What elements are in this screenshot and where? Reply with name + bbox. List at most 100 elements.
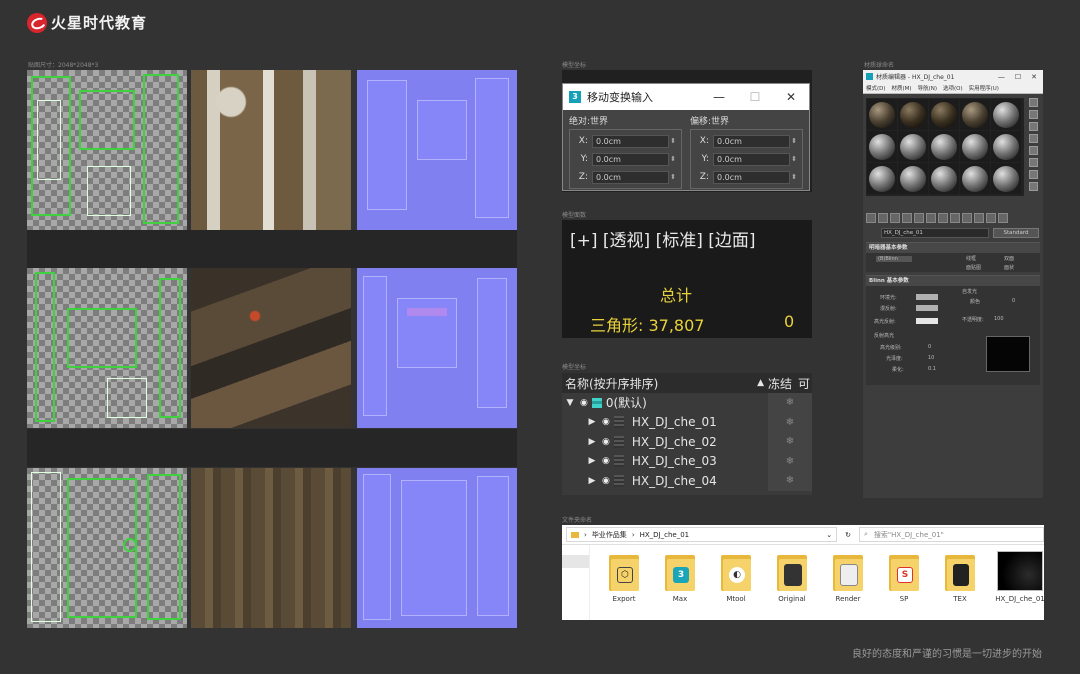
eye-icon[interactable]: ◉ [580,398,588,408]
ambient-swatch[interactable] [916,294,938,300]
eye-icon[interactable]: ◉ [602,456,610,466]
nav-pane-selected[interactable] [562,555,589,568]
material-slot[interactable] [898,163,928,194]
tool-icon[interactable] [1029,122,1038,131]
freeze-icon[interactable]: ❄ [768,451,812,471]
refresh-icon[interactable]: ↻ [841,531,855,539]
tool-icon[interactable] [1029,182,1038,191]
tool-icon[interactable] [938,213,948,223]
opacity-value[interactable]: 100 [994,316,1004,322]
menu-item-options[interactable]: 选项(O) [943,84,963,92]
material-slot[interactable] [960,99,990,130]
eye-icon[interactable]: ◉ [602,476,610,486]
column-name-header[interactable]: 名称(按升序排序) [562,375,757,392]
menu-item-utilities[interactable]: 实用程序(U) [969,84,999,92]
folder-export[interactable]: ⬡ Export [602,551,646,603]
spinner-icon[interactable]: ⬍ [790,173,798,181]
object-row[interactable]: ▶ ◉ HX_DJ_che_04 ❄ [562,471,812,491]
offset-z-input[interactable]: 0.0cm [713,170,790,184]
freeze-icon[interactable]: ❄ [768,471,812,491]
folder-max[interactable]: 3 Max [658,551,702,603]
tool-icon[interactable] [962,213,972,223]
face-map-checkbox[interactable]: 面贴图 [966,264,981,271]
glossiness-value[interactable]: 10 [928,355,934,361]
address-bar[interactable]: › 毕业作品集 › HX_DJ_che_01 ⌄ [566,527,838,542]
column-extra-header[interactable]: 可 [798,375,812,392]
spinner-icon[interactable]: ⬍ [790,155,798,163]
diffuse-swatch[interactable] [916,305,938,311]
tool-icon[interactable] [914,213,924,223]
material-slot[interactable] [991,99,1021,130]
material-slot[interactable] [929,131,959,162]
menu-item-material[interactable]: 材质(M) [892,84,912,92]
faceted-checkbox[interactable]: 面状 [1004,264,1014,271]
absolute-z-input[interactable]: 0.0cm [592,170,669,184]
breadcrumb-item[interactable]: HX_DJ_che_01 [640,531,690,539]
freeze-icon[interactable]: ❄ [768,432,812,452]
material-slot[interactable] [960,131,990,162]
shader-dropdown[interactable]: (B)Blinn [876,256,912,262]
material-slot[interactable] [867,163,897,194]
wire-checkbox[interactable]: 线框 [966,255,976,262]
collapse-triangle-icon[interactable]: ▼ [564,398,576,408]
tool-icon[interactable] [950,213,960,223]
material-editor-titlebar[interactable]: 材质编辑器 - HX_DJ_che_01 — ☐ ✕ [863,70,1043,83]
expand-triangle-icon[interactable]: ▶ [586,456,598,466]
tool-icon[interactable] [902,213,912,223]
eye-icon[interactable]: ◉ [602,417,610,427]
maximize-button[interactable]: ☐ [737,90,773,104]
viewport-label-menu[interactable]: [+] [透视] [标准] [边面] [570,226,756,251]
object-row[interactable]: ▶ ◉ HX_DJ_che_03 ❄ [562,451,812,471]
material-slot[interactable] [929,163,959,194]
tool-icon[interactable] [1029,170,1038,179]
minimize-button[interactable]: — [701,90,737,104]
folder-render[interactable]: Render [826,551,870,603]
tool-icon[interactable] [866,213,876,223]
layer-row[interactable]: ▼ ◉ 0(默认) ❄ [562,393,812,413]
expand-triangle-icon[interactable]: ▶ [586,476,598,486]
close-button[interactable]: ✕ [773,90,809,104]
spinner-icon[interactable]: ⬍ [669,155,677,163]
tool-icon[interactable] [1029,98,1038,107]
dialog-titlebar[interactable]: 3 移动变换输入 — ☐ ✕ [563,84,809,110]
tool-icon[interactable] [986,213,996,223]
object-row[interactable]: ▶ ◉ HX_DJ_che_01 ❄ [562,412,812,432]
tool-icon[interactable] [890,213,900,223]
breadcrumb-item[interactable]: 毕业作品集 [592,530,627,540]
tool-icon[interactable] [926,213,936,223]
two-sided-checkbox[interactable]: 双面 [1004,255,1014,262]
material-slot[interactable] [991,163,1021,194]
spinner-icon[interactable]: ⬍ [669,137,677,145]
material-slot[interactable] [991,131,1021,162]
freeze-icon[interactable]: ❄ [768,412,812,432]
folder-original[interactable]: Original [770,551,814,603]
tool-icon[interactable] [878,213,888,223]
rollout-header[interactable]: 明暗器基本参数 [866,243,1040,253]
column-freeze-header[interactable]: 冻结 [768,375,798,392]
material-name-field[interactable]: HX_DJ_che_01 [881,228,989,238]
menu-item-navigation[interactable]: 导航(N) [918,84,937,92]
spinner-icon[interactable]: ⬍ [790,137,798,145]
material-slot[interactable] [867,131,897,162]
search-input[interactable]: ⌕ 搜索"HX_DJ_che_01" [859,527,1044,542]
chevron-down-icon[interactable]: ⌄ [826,531,832,539]
material-slot[interactable] [960,163,990,194]
maximize-button[interactable]: ☐ [1015,73,1021,81]
rollout-header[interactable]: Blinn 基本参数 [866,276,1040,286]
absolute-y-input[interactable]: 0.0cm [592,152,669,166]
soften-value[interactable]: 0.1 [928,366,936,372]
eye-icon[interactable]: ◉ [602,437,610,447]
minimize-button[interactable]: — [998,73,1005,81]
self-illum-value[interactable]: 0 [1012,298,1015,304]
material-slot[interactable] [898,99,928,130]
tool-icon[interactable] [974,213,984,223]
expand-triangle-icon[interactable]: ▶ [586,437,598,447]
offset-y-input[interactable]: 0.0cm [713,152,790,166]
specular-swatch[interactable] [916,318,938,324]
material-slot[interactable] [929,99,959,130]
material-slot[interactable] [867,99,897,130]
freeze-icon[interactable]: ❄ [768,393,812,413]
offset-x-input[interactable]: 0.0cm [713,134,790,148]
color-checkbox[interactable]: 颜色 [970,298,980,305]
menu-item-mode[interactable]: 模式(D) [866,84,886,92]
